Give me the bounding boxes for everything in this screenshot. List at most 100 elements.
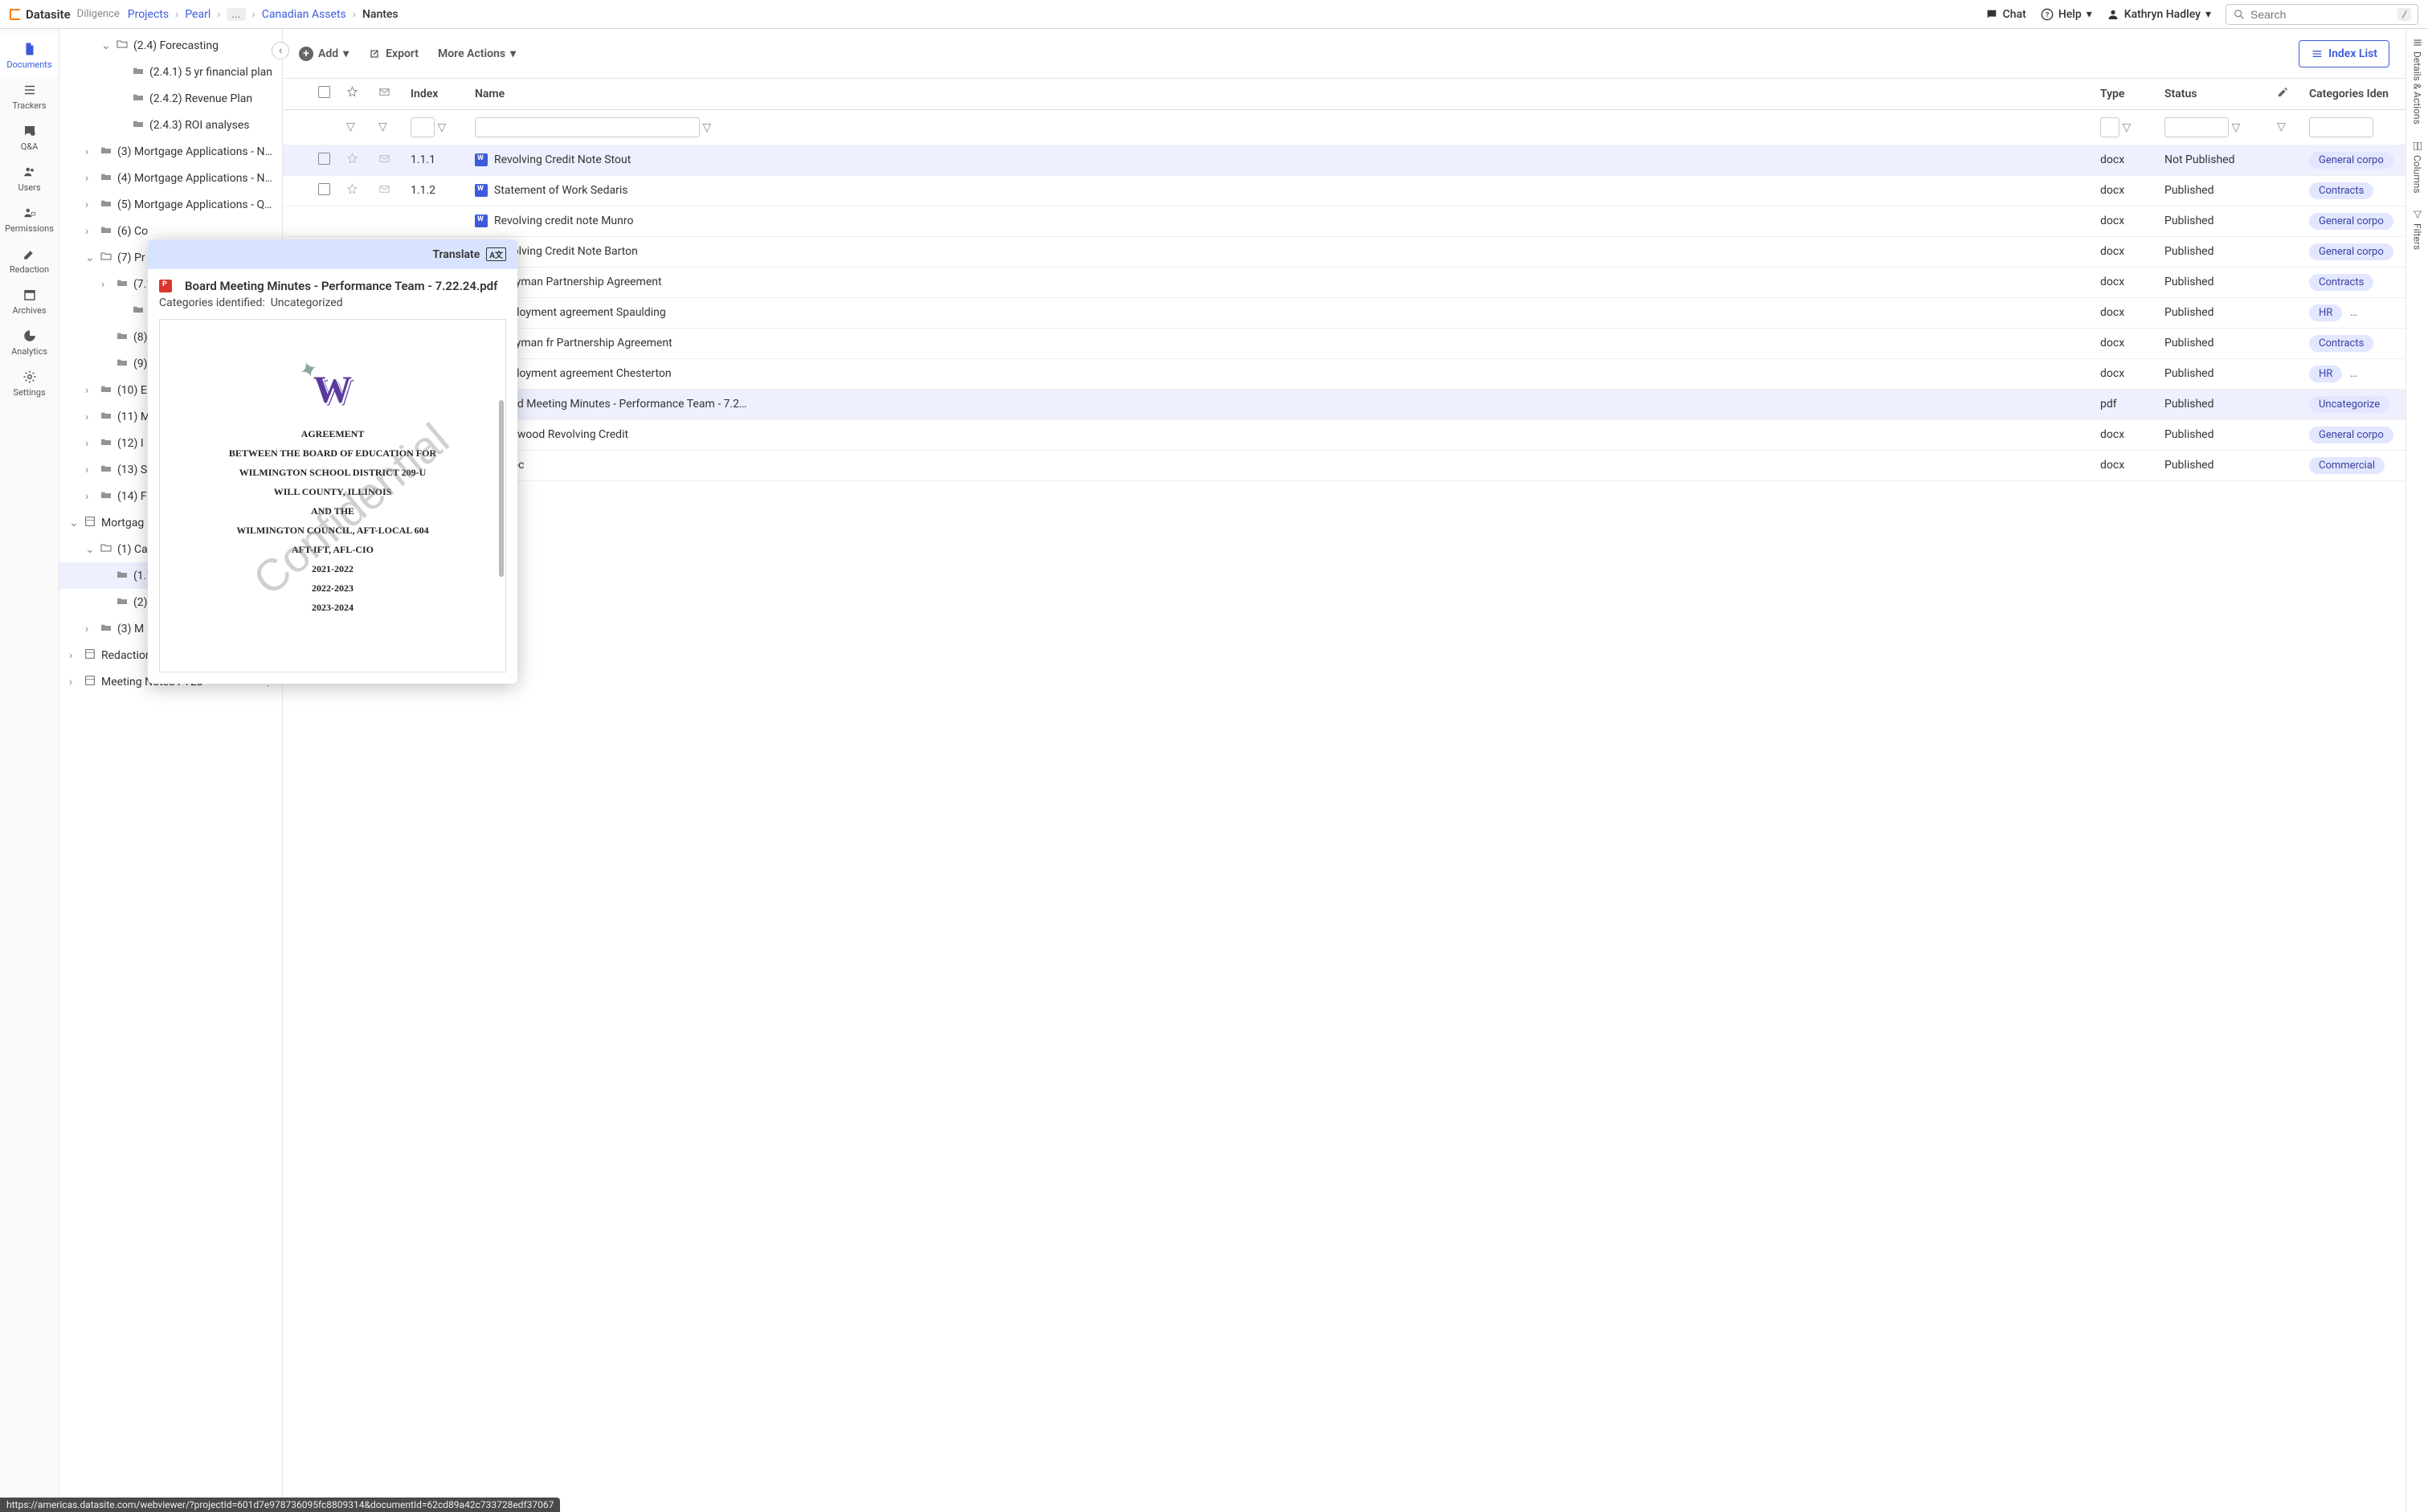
table-row[interactable]: Revolving credit note MunrodocxPublished… — [283, 206, 2406, 236]
user-menu[interactable]: Kathryn Hadley ▾ — [2107, 8, 2211, 21]
filter-icon[interactable]: ▽ — [2277, 121, 2286, 133]
chevron-right-icon[interactable]: › — [69, 676, 79, 689]
search-input[interactable] — [2250, 8, 2397, 21]
chevron-right-icon[interactable]: › — [69, 649, 79, 662]
cell-name[interactable]: Employment agreement Chesterton — [467, 358, 2092, 389]
search-box[interactable]: / — [2226, 4, 2418, 25]
chevron-right-icon[interactable]: › — [85, 411, 95, 423]
envelope-icon[interactable] — [378, 153, 390, 165]
nav-archives[interactable]: Archives — [0, 281, 59, 322]
chevron-right-icon[interactable]: › — [85, 623, 95, 635]
chevron-right-icon[interactable]: › — [85, 145, 95, 158]
tree-item[interactable]: ›(3) Mortgage Applications - N… — [59, 138, 282, 165]
cell-name[interactable]: Everyman fr Partnership Agreement — [467, 328, 2092, 358]
star-icon[interactable] — [346, 86, 358, 98]
chevron-down-icon[interactable]: ⌄ — [85, 543, 95, 556]
cell-name[interactable]: Employment agreement Spaulding — [467, 297, 2092, 328]
brand-logo[interactable]: Datasite Diligence — [10, 7, 120, 22]
filter-icon[interactable]: ▽ — [346, 121, 355, 133]
tree-item[interactable]: (2.4.2) Revenue Plan — [59, 85, 282, 112]
preview-document[interactable]: ✦ W Confidential AGREEMENTBETWEEN THE BO… — [159, 319, 506, 672]
nav-settings[interactable]: Settings — [0, 363, 59, 404]
filter-icon[interactable]: ▽ — [437, 121, 446, 134]
chevron-down-icon[interactable]: ⌄ — [85, 251, 95, 264]
filter-name[interactable] — [475, 117, 700, 137]
tree-item[interactable]: (2.4.1) 5 yr financial plan — [59, 59, 282, 85]
col-categories[interactable]: Categories Iden — [2301, 79, 2406, 109]
chevron-right-icon[interactable]: › — [85, 464, 95, 476]
rail-details-actions[interactable]: Details & Actions — [2412, 37, 2423, 125]
add-button[interactable]: + Add ▾ — [299, 47, 349, 61]
table-row[interactable]: Everyman Partnership AgreementdocxPublis… — [283, 267, 2406, 297]
breadcrumb-projects[interactable]: Projects — [128, 8, 169, 21]
row-checkbox[interactable] — [318, 183, 330, 195]
chevron-right-icon[interactable]: › — [85, 384, 95, 397]
nav-documents[interactable]: Documents — [0, 35, 59, 76]
table-row[interactable]: 1.1.2Statement of Work SedarisdocxPublis… — [283, 175, 2406, 206]
table-row[interactable]: Revolving Credit Note BartondocxPublishe… — [283, 236, 2406, 267]
filter-icon[interactable]: ▽ — [2122, 121, 2131, 134]
table-row[interactable]: Employment agreement SpauldingdocxPublis… — [283, 297, 2406, 328]
nav-trackers[interactable]: Trackers — [0, 76, 59, 117]
cell-name[interactable]: Revolving Credit Note Stout — [467, 145, 2092, 175]
star-icon[interactable] — [346, 183, 358, 195]
table-row[interactable]: 1.1.1Revolving Credit Note StoutdocxNot … — [283, 145, 2406, 175]
col-index[interactable]: Index — [403, 79, 467, 109]
filter-status[interactable] — [2164, 117, 2229, 137]
table-row[interactable]: Everyman fr Partnership AgreementdocxPub… — [283, 328, 2406, 358]
filter-type[interactable] — [2100, 117, 2119, 137]
envelope-icon[interactable] — [378, 183, 390, 195]
filter-icon[interactable]: ▽ — [702, 121, 711, 134]
collapse-tree-button[interactable]: ‹ — [272, 42, 289, 59]
table-row[interactable]: Board Meeting Minutes - Performance Team… — [283, 389, 2406, 419]
breadcrumb-canadian-assets[interactable]: Canadian Assets — [262, 8, 346, 21]
nav-analytics[interactable]: Analytics — [0, 322, 59, 363]
tree-item[interactable]: ›(5) Mortgage Applications - Q… — [59, 191, 282, 218]
select-all-checkbox[interactable] — [318, 86, 330, 98]
translate-button[interactable]: Translate — [432, 248, 480, 261]
chevron-down-icon[interactable]: ⌄ — [101, 39, 111, 52]
breadcrumb-ellipsis[interactable]: ... — [227, 8, 245, 21]
col-type[interactable]: Type — [2092, 79, 2156, 109]
nav-q&a[interactable]: Q&A — [0, 117, 59, 158]
table-row[interactable]: Deerwood Revolving CreditdocxPublishedGe… — [283, 419, 2406, 450]
filter-index[interactable] — [411, 117, 435, 137]
chevron-right-icon[interactable]: › — [85, 490, 95, 503]
chevron-right-icon[interactable]: › — [85, 198, 95, 211]
tree-item[interactable]: ›(4) Mortgage Applications - N… — [59, 165, 282, 191]
col-status[interactable]: Status — [2156, 79, 2269, 109]
breadcrumb-pearl[interactable]: Pearl — [185, 8, 211, 21]
help-button[interactable]: ? Help ▾ — [2041, 8, 2092, 21]
row-checkbox[interactable] — [318, 153, 330, 165]
chevron-down-icon[interactable]: ⌄ — [69, 517, 79, 529]
rail-columns[interactable]: Columns — [2412, 141, 2423, 194]
export-button[interactable]: Export — [368, 47, 419, 60]
nav-redaction[interactable]: Redaction — [0, 240, 59, 281]
chevron-right-icon[interactable]: › — [85, 172, 95, 185]
cell-name[interactable]: Board Meeting Minutes - Performance Team… — [467, 389, 2092, 419]
envelope-icon[interactable] — [378, 86, 390, 98]
index-list-button[interactable]: Index List — [2299, 40, 2389, 67]
filter-icon[interactable]: ▽ — [378, 121, 387, 133]
tree-item[interactable]: ⌄(2.4) Forecasting — [59, 32, 282, 59]
cell-name[interactable]: Deerwood Revolving Credit — [467, 419, 2092, 450]
edit-icon[interactable] — [2277, 86, 2289, 98]
chat-button[interactable]: Chat — [1985, 8, 2026, 21]
cell-name[interactable]: AIDoc — [467, 450, 2092, 480]
nav-permissions[interactable]: Permissions — [0, 199, 59, 240]
cell-name[interactable]: Revolving Credit Note Barton — [467, 236, 2092, 267]
nav-users[interactable]: Users — [0, 158, 59, 199]
filter-icon[interactable]: ▽ — [2231, 121, 2240, 134]
star-icon[interactable] — [346, 153, 358, 165]
tree-item[interactable]: (2.4.3) ROI analyses — [59, 112, 282, 138]
filter-categories[interactable] — [2309, 117, 2373, 137]
chevron-right-icon[interactable]: › — [85, 225, 95, 238]
more-actions-button[interactable]: More Actions ▾ — [438, 47, 516, 60]
cell-name[interactable]: Everyman Partnership Agreement — [467, 267, 2092, 297]
table-row[interactable]: Employment agreement ChestertondocxPubli… — [283, 358, 2406, 389]
table-row[interactable]: AIDocdocxPublishedCommercial — [283, 450, 2406, 480]
cell-name[interactable]: Revolving credit note Munro — [467, 206, 2092, 236]
chevron-right-icon[interactable]: › — [101, 278, 111, 291]
cell-name[interactable]: Statement of Work Sedaris — [467, 175, 2092, 206]
chevron-right-icon[interactable]: › — [85, 437, 95, 450]
